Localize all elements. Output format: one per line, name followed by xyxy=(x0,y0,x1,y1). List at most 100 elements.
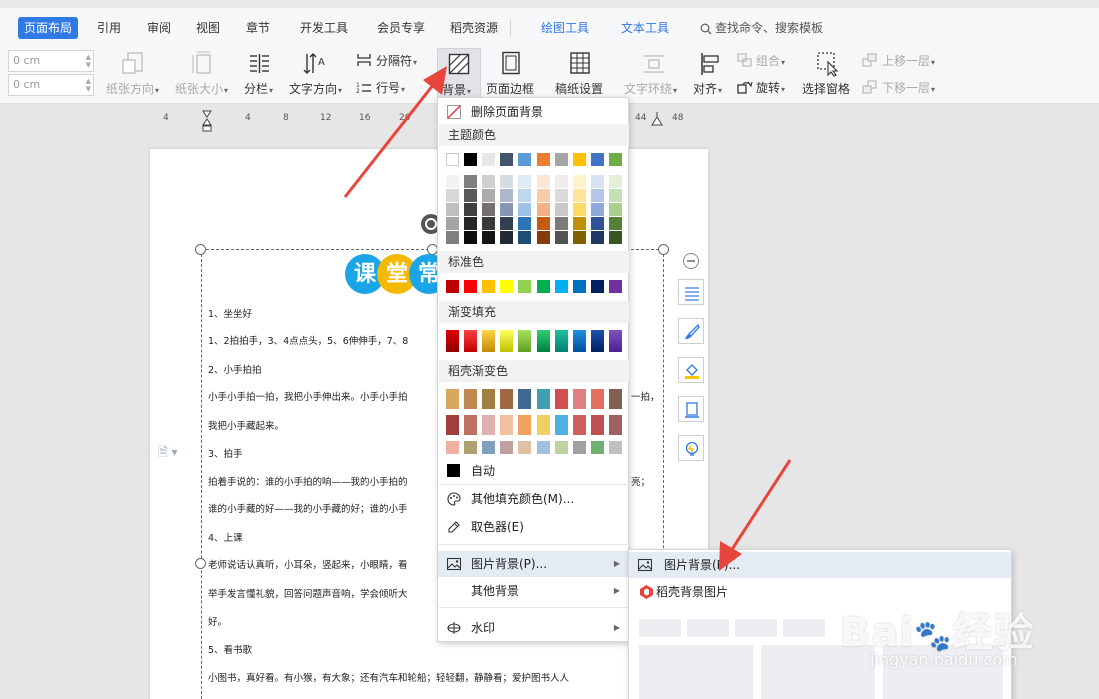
theme-shade-swatch[interactable] xyxy=(446,189,459,202)
docer-gradient-swatch[interactable] xyxy=(572,441,586,454)
tab-developer[interactable]: 开发工具 xyxy=(300,17,348,39)
watermark-item[interactable]: 水印 ▶ xyxy=(438,615,628,641)
docer-gradient-swatch[interactable] xyxy=(608,441,622,454)
paper-direction-button[interactable]: 纸张方向▾ xyxy=(106,48,166,100)
other-background-item[interactable]: 其他背景 ▶ xyxy=(438,578,628,604)
theme-shade-swatch[interactable] xyxy=(608,231,622,244)
theme-shade-swatch[interactable] xyxy=(554,175,568,188)
gradient-fill-swatch[interactable] xyxy=(536,330,550,352)
more-fill-colors-item[interactable]: 其他填充颜色(M)... xyxy=(438,486,628,512)
docer-gradient-swatch[interactable] xyxy=(464,389,478,409)
theme-shade-swatch[interactable] xyxy=(500,175,514,188)
auto-color-item[interactable]: 自动 xyxy=(438,458,628,484)
tab-text-tools[interactable]: 文本工具 xyxy=(621,17,669,39)
shape-outline-button[interactable] xyxy=(678,396,704,422)
tab-view[interactable]: 视图 xyxy=(196,17,220,39)
document-outline-icon[interactable]: 🗎 ▾ xyxy=(158,443,178,464)
standard-color-swatch[interactable] xyxy=(482,280,496,293)
docer-gradient-swatch[interactable] xyxy=(500,389,514,409)
theme-shade-swatch[interactable] xyxy=(608,175,622,188)
standard-color-swatch[interactable] xyxy=(500,280,514,293)
theme-shade-swatch[interactable] xyxy=(518,189,532,202)
standard-color-swatch[interactable] xyxy=(608,280,622,293)
docer-gradient-swatch[interactable] xyxy=(608,389,622,409)
theme-shade-swatch[interactable] xyxy=(446,231,459,244)
docer-gradient-swatch[interactable] xyxy=(500,441,514,454)
theme-shade-swatch[interactable] xyxy=(536,217,550,230)
theme-shade-swatch[interactable] xyxy=(608,189,622,202)
theme-shade-swatch[interactable] xyxy=(500,203,514,216)
docer-gradient-swatch[interactable] xyxy=(500,415,514,435)
docer-gradient-swatch[interactable] xyxy=(446,441,459,454)
gradient-fill-swatch[interactable] xyxy=(572,330,586,352)
theme-color-swatch[interactable] xyxy=(500,153,514,166)
theme-shade-swatch[interactable] xyxy=(572,175,586,188)
theme-shade-swatch[interactable] xyxy=(500,231,514,244)
docer-gradient-swatch[interactable] xyxy=(482,389,496,409)
theme-shade-swatch[interactable] xyxy=(536,231,550,244)
docer-gradient-swatch[interactable] xyxy=(536,441,550,454)
theme-shade-swatch[interactable] xyxy=(608,217,622,230)
tab-docer-resources[interactable]: 稻壳资源 xyxy=(450,17,498,39)
docer-gradient-swatch[interactable] xyxy=(518,389,532,409)
theme-shade-swatch[interactable] xyxy=(500,217,514,230)
tab-section[interactable]: 章节 xyxy=(246,17,270,39)
docer-gradient-swatch[interactable] xyxy=(536,415,550,435)
theme-shade-swatch[interactable] xyxy=(518,203,532,216)
docer-gradient-swatch[interactable] xyxy=(572,415,586,435)
tab-drawing-tools[interactable]: 绘图工具 xyxy=(541,17,589,39)
gradient-fill-swatch[interactable] xyxy=(554,330,568,352)
docer-gradient-swatch[interactable] xyxy=(554,441,568,454)
theme-shade-swatch[interactable] xyxy=(590,189,604,202)
theme-color-swatch[interactable] xyxy=(554,153,568,166)
theme-shade-swatch[interactable] xyxy=(464,203,478,216)
theme-shade-swatch[interactable] xyxy=(572,231,586,244)
delete-page-background-item[interactable]: 删除页面背景 xyxy=(438,99,628,125)
theme-shade-swatch[interactable] xyxy=(464,231,478,244)
theme-shade-swatch[interactable] xyxy=(590,175,604,188)
theme-color-swatch[interactable] xyxy=(482,153,496,166)
theme-shade-swatch[interactable] xyxy=(518,217,532,230)
group-button[interactable]: 组合▾ xyxy=(737,51,797,71)
gradient-fill-swatch[interactable] xyxy=(446,330,459,352)
docer-gradient-swatch[interactable] xyxy=(482,415,496,435)
smart-tip-button[interactable] xyxy=(678,435,704,461)
standard-color-swatch[interactable] xyxy=(518,280,532,293)
docer-gradient-swatch[interactable] xyxy=(464,441,478,454)
gradient-fill-swatch[interactable] xyxy=(482,330,496,352)
standard-color-swatch[interactable] xyxy=(536,280,550,293)
theme-shade-swatch[interactable] xyxy=(446,175,459,188)
picture-background-subitem[interactable]: 图片背景(P)... xyxy=(629,552,1011,578)
docer-gradient-swatch[interactable] xyxy=(518,415,532,435)
rotate-button[interactable]: 旋转▾ xyxy=(737,78,797,98)
resize-handle[interactable] xyxy=(658,244,669,255)
theme-shade-swatch[interactable] xyxy=(482,203,496,216)
docer-gradient-swatch[interactable] xyxy=(554,415,568,435)
theme-shade-swatch[interactable] xyxy=(482,217,496,230)
standard-color-swatch[interactable] xyxy=(554,280,568,293)
theme-shade-swatch[interactable] xyxy=(500,189,514,202)
resize-handle[interactable] xyxy=(195,558,206,569)
picture-background-item[interactable]: 图片背景(P)... ▶ xyxy=(438,551,628,577)
text-wrap-button[interactable]: 文字环绕▾ xyxy=(624,48,686,100)
tab-review[interactable]: 审阅 xyxy=(147,17,171,39)
standard-color-swatch[interactable] xyxy=(572,280,586,293)
theme-shade-swatch[interactable] xyxy=(464,217,478,230)
tab-page-layout[interactable]: 页面布局 xyxy=(18,17,79,39)
selection-pane-button[interactable]: 选择窗格 xyxy=(802,48,854,100)
page-border-button[interactable]: 页面边框 xyxy=(486,48,538,100)
line-number-button[interactable]: 12 行号▾ xyxy=(356,78,422,98)
manuscript-settings-button[interactable]: 稿纸设置 xyxy=(555,48,607,100)
theme-shade-swatch[interactable] xyxy=(518,175,532,188)
eyedropper-item[interactable]: 取色器(E) xyxy=(438,514,628,540)
shape-style-button[interactable] xyxy=(678,318,704,344)
docer-gradient-swatch[interactable] xyxy=(572,389,586,409)
gradient-fill-swatch[interactable] xyxy=(464,330,478,352)
background-button[interactable]: 背景▾ xyxy=(437,48,481,100)
tab-member[interactable]: 会员专享 xyxy=(377,17,425,39)
theme-shade-swatch[interactable] xyxy=(590,231,604,244)
docer-gradient-swatch[interactable] xyxy=(608,415,622,435)
right-indent-marker-icon[interactable] xyxy=(651,112,663,126)
docer-gradient-swatch[interactable] xyxy=(536,389,550,409)
theme-shade-swatch[interactable] xyxy=(536,203,550,216)
